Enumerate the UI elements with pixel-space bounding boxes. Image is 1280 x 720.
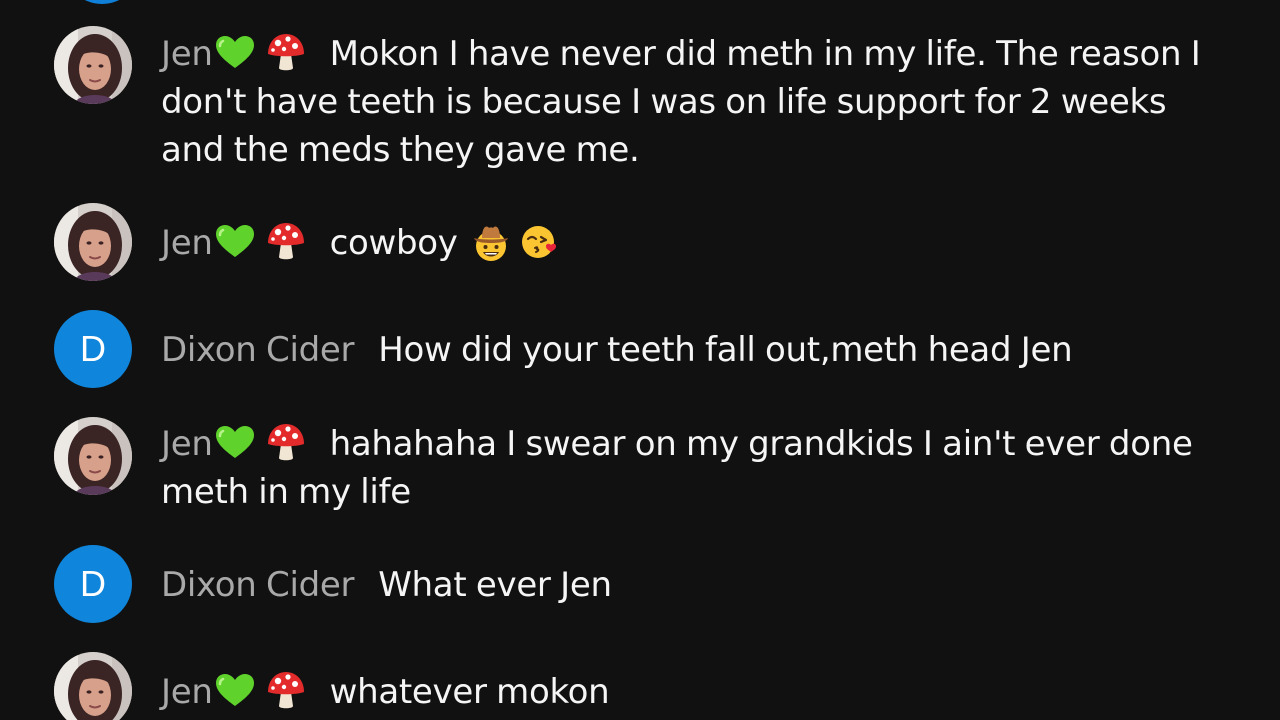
message-text: cowboy <box>329 223 458 263</box>
message-body: Jen whatever mokon <box>161 668 1201 716</box>
avatar[interactable] <box>54 26 132 104</box>
avatar[interactable] <box>54 652 132 720</box>
message-text: What ever Jen <box>378 565 612 605</box>
author-name[interactable]: Dixon Cider <box>161 330 355 370</box>
cowboy-face-icon <box>470 221 512 263</box>
message-body: Dixon Cider What ever Jen <box>161 561 1201 609</box>
avatar[interactable]: D <box>54 545 132 623</box>
mushroom-icon <box>266 421 306 463</box>
mushroom-icon <box>266 31 306 73</box>
avatar[interactable] <box>54 417 132 495</box>
author-name[interactable]: Jen <box>161 424 306 464</box>
message-text: Mokon I have never did meth in my life. … <box>161 34 1201 170</box>
green-heart-icon <box>214 673 256 707</box>
message-text: hahahaha I swear on my grandkids I ain't… <box>161 424 1193 512</box>
message-body: Dixon Cider How did your teeth fall out,m… <box>161 326 1201 374</box>
message-body: Jen cowboy <box>161 219 1201 267</box>
mushroom-icon <box>266 669 306 711</box>
message-text: whatever mokon <box>329 672 610 712</box>
mushroom-icon <box>266 220 306 262</box>
green-heart-icon <box>214 425 256 459</box>
green-heart-icon <box>214 224 256 258</box>
message-body: Jen Mokon I have never did meth in my lif… <box>161 30 1201 174</box>
avatar[interactable]: D <box>54 310 132 388</box>
green-heart-icon <box>214 35 256 69</box>
message-body: Jen hahahaha I swear on my grandkids I ai… <box>161 420 1201 516</box>
author-name[interactable]: Jen <box>161 223 306 263</box>
avatar-partial <box>63 0 141 4</box>
author-name[interactable]: Jen <box>161 672 306 712</box>
message-text: How did your teeth fall out,meth head Je… <box>378 330 1073 370</box>
author-name[interactable]: Dixon Cider <box>161 565 355 605</box>
author-name[interactable]: Jen <box>161 34 306 74</box>
face-blowing-kiss-icon <box>518 221 560 263</box>
avatar[interactable] <box>54 203 132 281</box>
live-chat-feed: Jen Mokon I have never did meth in my lif… <box>0 0 1280 720</box>
